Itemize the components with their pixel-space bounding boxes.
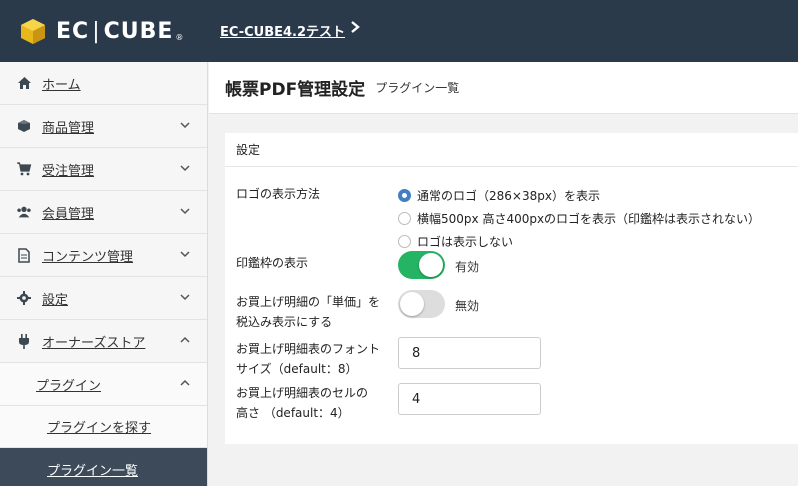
home-icon xyxy=(16,75,32,91)
logo-text-cube: CUBE xyxy=(103,18,174,44)
tax-inclusive-label-line1: お買上げ明細の「単価」を xyxy=(236,295,381,309)
tax-inclusive-label-line2: 税込み表示にする xyxy=(236,315,333,329)
radio-button-checked[interactable] xyxy=(398,189,411,202)
sidebar-nav: ホーム 商品管理 受注管理 会員管理 コンテンツ管理 設定 オーナーズストア プ… xyxy=(0,62,208,486)
sidebar-item-label: 受注管理 xyxy=(42,163,95,179)
chevron-down-icon xyxy=(180,208,190,215)
sidebar-item-home[interactable]: ホーム xyxy=(0,62,207,105)
chevron-up-icon xyxy=(180,336,190,343)
radio-button[interactable] xyxy=(398,235,411,248)
tax-inclusive-state: 無効 xyxy=(455,299,480,313)
font-size-label-line2: サイズ（default：8） xyxy=(236,362,358,376)
plug-icon xyxy=(16,333,32,349)
sidebar-subitem-find-plugin[interactable]: プラグインを探す xyxy=(0,406,207,448)
file-icon xyxy=(16,247,32,263)
radio-label: 通常のロゴ（286×38px）を表示 xyxy=(417,189,600,203)
page-header: 帳票PDF管理設定 プラグイン一覧 xyxy=(209,62,798,114)
ec-cube-logo[interactable]: EC | CUBE ® xyxy=(18,14,183,48)
seal-frame-state: 有効 xyxy=(455,260,480,274)
cell-height-label-line1: お買上げ明細表のセルの xyxy=(236,386,369,400)
card-title: 設定 xyxy=(225,133,798,167)
sidebar-item-label: ホーム xyxy=(42,77,81,93)
radio-label: 横幅500px 高さ400pxのロゴを表示（印鑑枠は表示されない） xyxy=(417,212,761,226)
logo-option-normal[interactable]: 通常のロゴ（286×38px）を表示 xyxy=(398,187,600,204)
logo-option-none[interactable]: ロゴは表示しない xyxy=(398,233,513,250)
users-icon xyxy=(16,204,32,220)
sidebar-item-products[interactable]: 商品管理 xyxy=(0,105,207,148)
sidebar-item-owners-store[interactable]: オーナーズストア xyxy=(0,320,207,363)
logo-divider: | xyxy=(92,18,101,44)
font-size-input[interactable] xyxy=(398,337,541,369)
logo-registered-mark: ® xyxy=(175,33,184,42)
sidebar-item-settings[interactable]: 設定 xyxy=(0,277,207,320)
chevron-down-icon xyxy=(180,165,190,172)
sidebar-subitem-label: プラグインを探す xyxy=(47,421,152,436)
cart-icon xyxy=(16,161,32,177)
sidebar-item-label: コンテンツ管理 xyxy=(42,249,134,265)
sidebar-subitem-plugin-list[interactable]: プラグイン一覧 xyxy=(0,448,207,486)
cube-icon xyxy=(16,118,32,134)
seal-frame-label: 印鑑枠の表示 xyxy=(236,256,309,270)
chevron-up-icon xyxy=(180,379,190,386)
tax-inclusive-toggle[interactable] xyxy=(398,290,445,318)
logo-text-ec: EC xyxy=(56,18,90,44)
sidebar-item-orders[interactable]: 受注管理 xyxy=(0,148,207,191)
main-content: 帳票PDF管理設定 プラグイン一覧 設定 ロゴの表示方法 通常のロゴ（286×3… xyxy=(209,62,798,486)
cell-height-input[interactable] xyxy=(398,383,541,415)
toggle-knob xyxy=(419,253,443,277)
logo-display-label: ロゴの表示方法 xyxy=(236,187,321,201)
sidebar-subitem-label: プラグイン xyxy=(36,378,102,394)
cell-height-label-line2: 高さ （default：4） xyxy=(236,406,350,420)
shop-name-link[interactable]: EC-CUBE4.2テスト xyxy=(220,21,345,40)
seal-frame-toggle[interactable] xyxy=(398,251,445,279)
sidebar-subitem-plugin[interactable]: プラグイン xyxy=(0,363,207,406)
sidebar-item-label: オーナーズストア xyxy=(42,335,146,351)
sidebar-item-members[interactable]: 会員管理 xyxy=(0,191,207,234)
settings-card: 設定 ロゴの表示方法 通常のロゴ（286×38px）を表示 横幅500px 高さ… xyxy=(225,133,798,444)
toggle-knob xyxy=(400,292,424,316)
chevron-right-icon[interactable] xyxy=(349,20,361,34)
sidebar-item-label: 会員管理 xyxy=(42,206,95,222)
page-title: 帳票PDF管理設定 xyxy=(225,80,366,100)
logo-option-large[interactable]: 横幅500px 高さ400pxのロゴを表示（印鑑枠は表示されない） xyxy=(398,210,760,227)
radio-button[interactable] xyxy=(398,212,411,225)
logo-cube-icon xyxy=(21,19,45,44)
page-subtitle: プラグイン一覧 xyxy=(375,81,460,95)
sidebar-item-contents[interactable]: コンテンツ管理 xyxy=(0,234,207,277)
top-header: EC | CUBE ® EC-CUBE4.2テスト xyxy=(0,0,798,62)
chevron-down-icon xyxy=(180,122,190,129)
radio-label: ロゴは表示しない xyxy=(417,235,514,249)
sidebar-subitem-label: プラグイン一覧 xyxy=(47,463,139,479)
sidebar-item-label: 商品管理 xyxy=(42,120,95,136)
chevron-down-icon xyxy=(180,294,190,301)
chevron-down-icon xyxy=(180,251,190,258)
sidebar-item-label: 設定 xyxy=(42,292,69,308)
font-size-label-line1: お買上げ明細表のフォント xyxy=(236,342,381,356)
gear-icon xyxy=(16,290,32,306)
